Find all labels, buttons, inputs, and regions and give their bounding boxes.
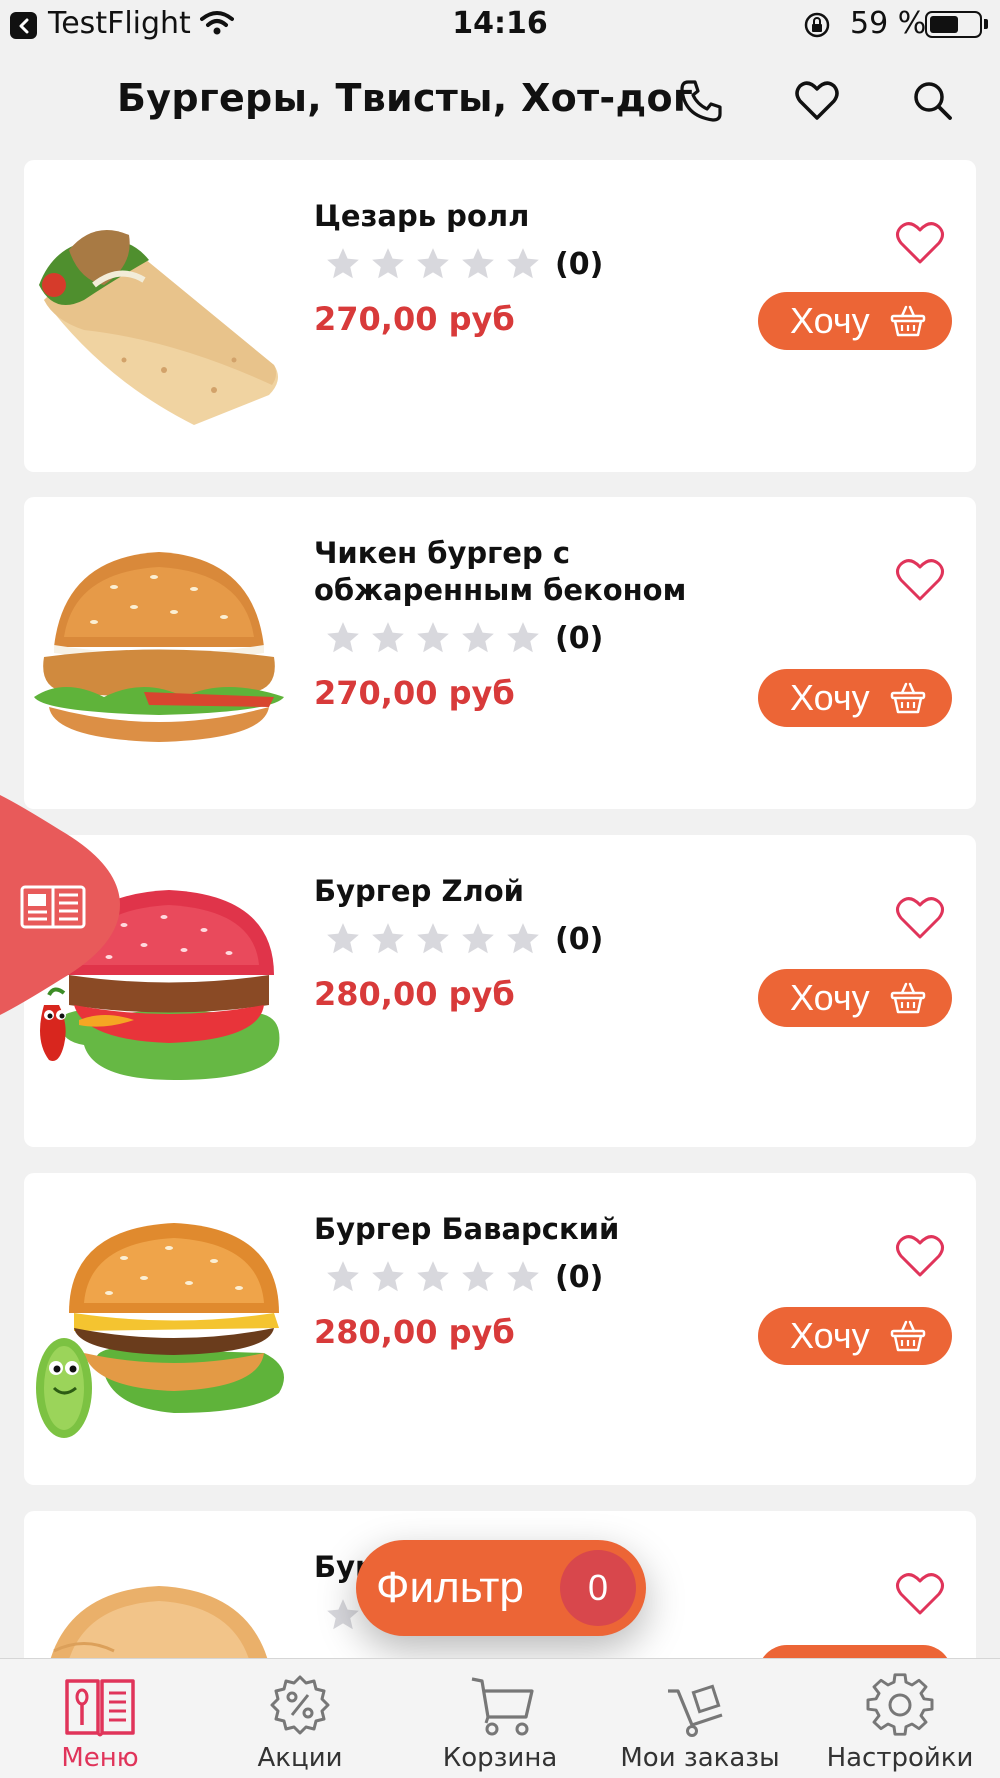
star-icon[interactable] (414, 245, 452, 283)
product-price: 280,00 руб (314, 1313, 515, 1351)
basket-icon (890, 1320, 926, 1352)
star-icon[interactable] (324, 619, 362, 657)
tab-cart[interactable]: Корзина (400, 1659, 600, 1778)
want-button-label: Хочу (790, 977, 870, 1018)
product-price: 270,00 руб (314, 674, 515, 712)
star-icon[interactable] (324, 920, 362, 958)
rating-stars[interactable]: (0) (324, 619, 603, 657)
want-button[interactable]: Хочу (758, 292, 952, 350)
star-icon[interactable] (504, 920, 542, 958)
phone-icon[interactable] (678, 78, 724, 124)
product-card[interactable]: Бургер Zлой (0) 280,00 руб Хочу (24, 835, 976, 1147)
favorite-heart-icon[interactable] (894, 1571, 946, 1617)
page-title: Бургеры, Твисты, Хот-дог (117, 76, 694, 120)
tab-label: Меню (61, 1743, 139, 1773)
rating-stars[interactable]: (0) (324, 245, 603, 283)
rating-count: (0) (555, 246, 604, 282)
star-icon[interactable] (504, 619, 542, 657)
menu-book-icon (65, 1679, 135, 1737)
product-name: Бургер Баварский (314, 1212, 620, 1246)
favorite-heart-icon[interactable] (894, 220, 946, 266)
product-name: Цезарь ролл (314, 199, 530, 233)
rating-count: (0) (555, 620, 604, 656)
bottom-tab-bar: Меню Акции Корзина Мои заказы Настройки (0, 1658, 1000, 1778)
product-price: 270,00 руб (314, 300, 515, 338)
favorite-heart-icon[interactable] (894, 1233, 946, 1279)
search-icon[interactable] (910, 78, 956, 124)
gear-icon (866, 1673, 934, 1736)
product-card[interactable]: Чикен бургер с обжаренным беконом (0) 27… (24, 497, 976, 809)
star-icon[interactable] (369, 1258, 407, 1296)
want-button-label: Хочу (790, 300, 870, 341)
want-button-label: Хочу (790, 1315, 870, 1356)
filter-label: Фильтр (376, 1563, 524, 1612)
tab-label: Настройки (826, 1743, 974, 1773)
basket-icon (890, 305, 926, 337)
want-button[interactable]: Хочу (758, 669, 952, 727)
product-image-caesar-roll (39, 230, 278, 425)
favorite-heart-icon[interactable] (894, 895, 946, 941)
rating-count: (0) (555, 1259, 604, 1295)
tab-settings[interactable]: Настройки (800, 1659, 1000, 1778)
star-icon[interactable] (324, 245, 362, 283)
rating-count: (0) (555, 921, 604, 957)
star-icon[interactable] (504, 245, 542, 283)
status-bar: TestFlight 14:16 59 % (0, 0, 1000, 50)
product-image-chicken-burger (34, 552, 284, 742)
filter-count-badge: 0 (560, 1550, 636, 1626)
tab-my-orders[interactable]: Мои заказы (600, 1659, 800, 1778)
product-image-bavarian-burger (36, 1223, 284, 1438)
tab-label: Мои заказы (620, 1743, 780, 1773)
product-price: 280,00 руб (314, 975, 515, 1013)
star-icon[interactable] (459, 1258, 497, 1296)
rotation-lock-icon (804, 12, 830, 38)
star-icon[interactable] (414, 920, 452, 958)
product-name: Чикен бургер с обжаренным беконом (314, 536, 687, 607)
cart-icon (471, 1677, 534, 1736)
percent-gear-icon (270, 1675, 330, 1735)
rating-stars[interactable]: (0) (324, 920, 603, 958)
star-icon[interactable] (504, 1258, 542, 1296)
cart-box-icon (668, 1684, 723, 1737)
want-button[interactable]: Хочу (758, 1307, 952, 1365)
tab-menu[interactable]: Меню (0, 1659, 200, 1778)
product-card[interactable]: Цезарь ролл (0) 270,00 руб Хочу (24, 160, 976, 472)
tab-label: Корзина (442, 1743, 558, 1773)
want-button[interactable]: Хочу (758, 969, 952, 1027)
product-card[interactable]: Бургер Баварский (0) 280,00 руб Хочу (24, 1173, 976, 1485)
want-button-label: Хочу (790, 677, 870, 718)
tab-promotions[interactable]: Акции (200, 1659, 400, 1778)
star-icon[interactable] (369, 245, 407, 283)
tab-label: Акции (257, 1743, 343, 1773)
star-icon[interactable] (369, 920, 407, 958)
star-icon[interactable] (324, 1596, 362, 1634)
battery-percent: 59 % (850, 6, 927, 41)
favorite-heart-icon[interactable] (894, 557, 946, 603)
star-icon[interactable] (459, 619, 497, 657)
star-icon[interactable] (459, 245, 497, 283)
star-icon[interactable] (414, 1258, 452, 1296)
star-icon[interactable] (369, 619, 407, 657)
rating-stars[interactable]: (0) (324, 1258, 603, 1296)
basket-icon (890, 982, 926, 1014)
product-name: Бургер Zлой (314, 874, 524, 908)
star-icon[interactable] (414, 619, 452, 657)
star-icon[interactable] (324, 1258, 362, 1296)
battery-icon (925, 11, 982, 38)
filter-button[interactable]: Фильтр 0 (356, 1540, 646, 1636)
basket-icon (890, 682, 926, 714)
star-icon[interactable] (459, 920, 497, 958)
side-menu-tab[interactable] (0, 795, 120, 1015)
heart-icon[interactable] (794, 78, 840, 124)
